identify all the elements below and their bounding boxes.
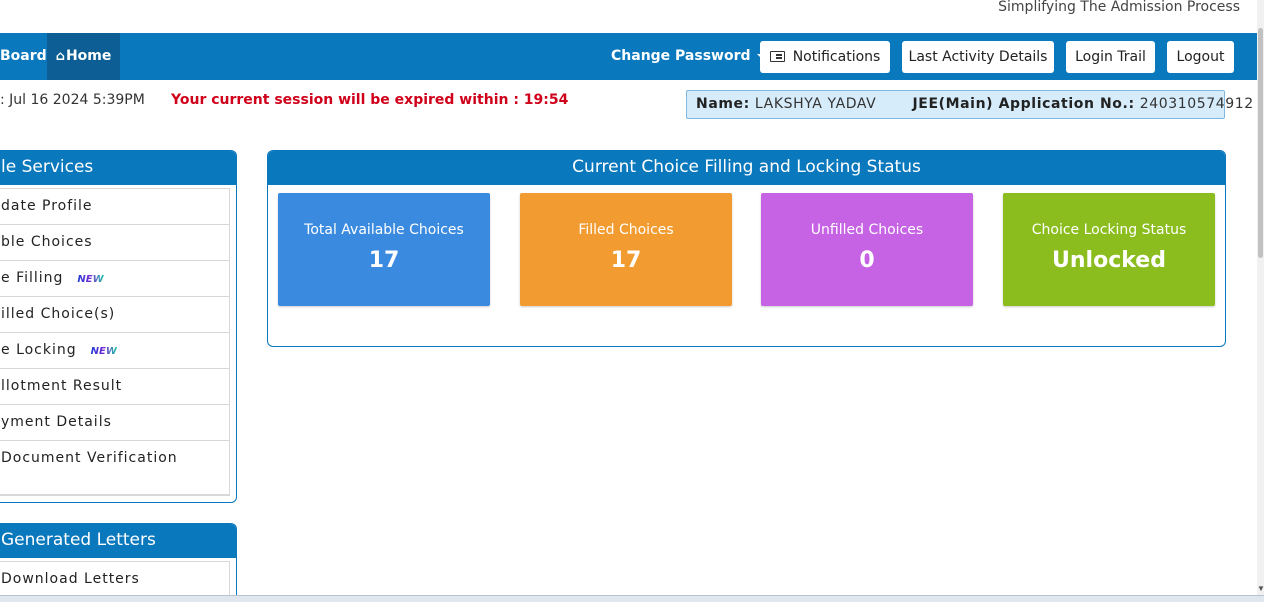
sidebar-item-update-profile[interactable]: date Profile xyxy=(0,189,229,225)
sidebar-item-available-choices[interactable]: ble Choices xyxy=(0,225,229,261)
card-value: 17 xyxy=(610,248,642,273)
notifications-label: Notifications xyxy=(792,49,881,65)
sidebar-item-payment-details[interactable]: yment Details xyxy=(0,405,229,441)
application-no-label: JEE(Main) Application No.: xyxy=(912,96,1135,112)
change-password-label: Change Password xyxy=(611,48,751,64)
card-value: 0 xyxy=(859,248,875,273)
nav-home-link[interactable]: ⌂Home xyxy=(47,33,120,80)
last-login-datetime: : Jul 16 2024 5:39PM xyxy=(0,92,145,108)
total-choices-card: Total Available Choices 17 xyxy=(278,193,490,306)
letters-list: Download Letters xyxy=(0,561,230,599)
nav-dashboard-link[interactable]: Board xyxy=(0,33,47,80)
letters-panel: Generated Letters Download Letters xyxy=(0,523,237,602)
name-label: Name: xyxy=(696,96,750,112)
sidebar-item-label: date Profile xyxy=(1,198,93,214)
filled-choices-card: Filled Choices 17 xyxy=(520,193,732,306)
notifications-button[interactable]: Notifications xyxy=(760,41,890,73)
scrollbar-thumb[interactable] xyxy=(1258,28,1263,258)
sidebar-item-label: e Locking xyxy=(1,342,77,358)
sidebar-item-label: Download Letters xyxy=(1,571,140,587)
candidate-name: LAKSHYA YADAV xyxy=(754,96,877,112)
home-icon: ⌂ xyxy=(55,49,65,64)
sidebar-item-label: e Filling xyxy=(1,270,64,286)
letters-title: Generated Letters xyxy=(0,524,236,558)
top-navbar: Board ⌂Home Change Password Notification… xyxy=(0,33,1257,80)
new-badge-icon: NEW xyxy=(91,335,117,369)
choice-status-panel: Current Choice Filling and Locking Statu… xyxy=(267,150,1226,347)
card-label: Unfilled Choices xyxy=(810,222,924,238)
sidebar-item-document-verification[interactable]: Document Verification xyxy=(0,441,229,495)
locking-status-card: Choice Locking Status Unlocked xyxy=(1003,193,1215,306)
card-value: Unlocked xyxy=(1052,248,1166,273)
sidebar-item-label: Document Verification xyxy=(1,450,178,466)
services-list: date Profile ble Choices e Filling NEW il… xyxy=(0,188,230,496)
sidebar-item-label: yment Details xyxy=(1,414,112,430)
card-label: Choice Locking Status xyxy=(1031,222,1187,238)
change-password-dropdown[interactable]: Change Password xyxy=(611,33,765,80)
unfilled-choices-card: Unfilled Choices 0 xyxy=(761,193,973,306)
services-title: le Services xyxy=(0,151,236,185)
services-panel: le Services date Profile ble Choices e F… xyxy=(0,150,237,503)
tagline: Simplifying The Admission Process xyxy=(998,0,1240,15)
sidebar-item-choice-locking[interactable]: e Locking NEW xyxy=(0,333,229,369)
sidebar-item-choice-filling[interactable]: e Filling NEW xyxy=(0,261,229,297)
sidebar-item-filled-choices[interactable]: illed Choice(s) xyxy=(0,297,229,333)
page-scrollbar[interactable]: ▼ xyxy=(1257,0,1264,595)
sidebar-item-label: illed Choice(s) xyxy=(1,306,116,322)
logout-button[interactable]: Logout xyxy=(1167,41,1234,73)
session-timer: Your current session will be expired wit… xyxy=(171,92,569,108)
sidebar-item-allotment-result[interactable]: llotment Result xyxy=(0,369,229,405)
card-value: 17 xyxy=(368,248,400,273)
login-trail-button[interactable]: Login Trail xyxy=(1066,41,1155,73)
card-label: Total Available Choices xyxy=(304,222,464,238)
newspaper-icon xyxy=(769,51,785,62)
nav-home-label: Home xyxy=(65,48,112,64)
choice-status-title: Current Choice Filling and Locking Statu… xyxy=(268,151,1225,185)
sidebar-item-download-letters[interactable]: Download Letters xyxy=(0,562,229,598)
scroll-down-arrow-icon[interactable]: ▼ xyxy=(1257,584,1264,593)
sidebar-item-label: ble Choices xyxy=(1,234,93,250)
last-activity-button[interactable]: Last Activity Details xyxy=(902,41,1054,73)
candidate-info-box: Name: LAKSHYA YADAV JEE(Main) Applicatio… xyxy=(686,90,1253,119)
page: Simplifying The Admission Process Board … xyxy=(0,0,1264,602)
application-no: 240310574912 xyxy=(1139,96,1254,112)
window-bottom-edge xyxy=(0,595,1264,602)
sidebar-item-label: llotment Result xyxy=(1,378,123,394)
new-badge-icon: NEW xyxy=(77,263,103,297)
card-label: Filled Choices xyxy=(578,222,674,238)
